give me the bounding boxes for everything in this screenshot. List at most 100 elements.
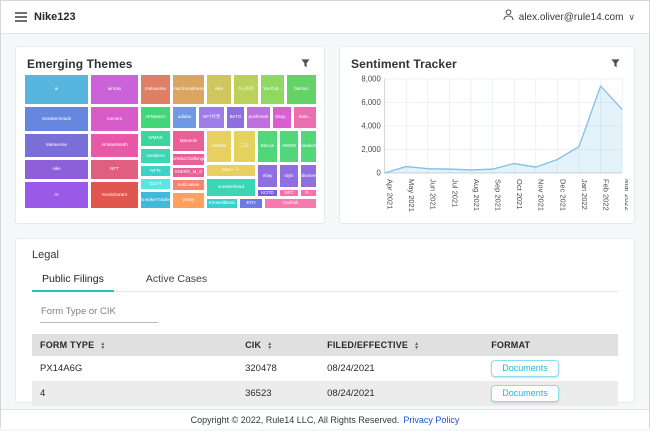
treemap-tile[interactable]: NFC (279, 189, 299, 197)
treemap-tile[interactable]: BeTO (226, 106, 245, 129)
col-format: FORMAT (483, 334, 618, 356)
user-icon (503, 8, 514, 26)
sentiment-line-chart: 02,0004,0006,0008,000Apr 2021May 2021Jun… (346, 73, 628, 221)
treemap-tile[interactable]: poshmark (246, 106, 271, 129)
treemap-tile[interactable]: nullLeakes (172, 179, 205, 191)
tab-active-cases[interactable]: Active Cases (144, 269, 209, 291)
form-type-cell: 4 (32, 381, 237, 406)
treemap-tile[interactable]: Bitcoin (257, 130, 278, 163)
treemap-tile[interactable]: stylx (279, 164, 299, 188)
treemap-tile[interactable]: AirMaxMonth (90, 133, 139, 158)
treemap-tile[interactable]: adidas (172, 106, 197, 129)
treemap-tile[interactable]: MaxSole (172, 130, 205, 152)
x-tick-label: Apr 2021 (386, 179, 395, 209)
treemap-tile[interactable]: KevinDurant (90, 181, 139, 209)
user-menu[interactable]: alex.oliver@rule14.com ∨ (503, 8, 635, 26)
brand-title: Nike123 (34, 11, 76, 23)
treemap-tile[interactable]: GOAT (140, 178, 171, 190)
y-tick-label: 4,000 (361, 121, 381, 130)
form-type-cik-input[interactable] (40, 303, 158, 323)
y-tick-label: 0 (376, 168, 381, 177)
tab-public-filings[interactable]: Public Filings (40, 269, 106, 291)
copyright-text: Copyright © 2022, Rule14 LLC, All Rights… (191, 415, 400, 425)
treemap-tile[interactable]: abonent (300, 164, 317, 188)
treemap-tile[interactable]: metaverse (140, 74, 171, 105)
treemap-tile[interactable]: 二十 (233, 130, 256, 163)
filter-icon[interactable] (608, 56, 623, 71)
sort-icon: ▲▼ (267, 342, 272, 350)
treemap-tile[interactable]: Sneakerly (300, 130, 317, 163)
x-tick-label: May 2021 (407, 179, 416, 212)
treemap-tile[interactable]: Sneakerheads (24, 106, 89, 132)
treemap-tile[interactable]: 스니커즈 (233, 74, 259, 105)
format-cell: Documents (483, 381, 618, 406)
treemap-tile[interactable]: AirMax (206, 130, 232, 163)
chevron-down-icon: ∨ (628, 13, 635, 22)
documents-button[interactable]: Documents (491, 360, 559, 377)
cik-cell: 320478 (237, 356, 319, 381)
user-email: alex.oliver@rule14.com (519, 12, 624, 23)
app-window: Nike123 alex.oliver@rule14.com ∨ Emergin… (0, 0, 650, 428)
treemap-tile[interactable]: asr2—ト (206, 164, 256, 177)
treemap-tile[interactable]: fashion (286, 74, 317, 105)
emerging-themes-title: Emerging Themes (27, 57, 133, 71)
treemap-tile[interactable]: NFT마켓 (198, 106, 225, 129)
treemap-tile[interactable]: nike (206, 74, 232, 105)
treemap-tile[interactable]: NFT (90, 159, 139, 180)
treemap-tile[interactable]: SNKRS_M_G (172, 167, 205, 178)
col-cik[interactable]: CIK▲▼ (237, 334, 319, 356)
treemap-tile[interactable]: KnowAllBrain (206, 198, 238, 209)
treemap-tile[interactable]: YouTub... (260, 74, 285, 105)
emerging-themes-panel: Emerging Themes aiSneakerheadsMetaversen… (15, 46, 325, 224)
treemap-tile[interactable]: ai (24, 74, 89, 105)
x-tick-label: Mar 2022 (623, 179, 628, 211)
treemap-tile[interactable]: shop... (272, 106, 292, 129)
treemap-tile[interactable]: Kela... (293, 106, 317, 129)
treemap-tile[interactable]: AirMaxKO (140, 106, 171, 129)
treemap-tile[interactable]: yeezy (172, 192, 205, 209)
treemap-tile[interactable]: ETH (239, 198, 263, 209)
hamburger-menu-icon[interactable] (15, 12, 27, 22)
treemap-tile[interactable]: marchmadness (172, 74, 205, 105)
filed-effective-cell: 08/24/2021 (319, 381, 483, 406)
treemap-tile[interactable]: Geebok (264, 198, 317, 209)
treemap-tile[interactable]: runners (90, 106, 139, 132)
table-header-row: FORM TYPE▲▼ CIK▲▼ FILED/EFFECTIVE▲▼ FORM… (32, 334, 618, 356)
x-tick-label: Jan 2022 (580, 179, 589, 210)
table-row: PX14A6G32047808/24/2021Documents (32, 356, 618, 381)
x-tick-label: Nov 2021 (537, 179, 546, 211)
x-tick-label: Sep 2021 (494, 179, 503, 211)
format-cell: Documents (483, 356, 618, 381)
treemap-tile[interactable]: AI (24, 181, 89, 209)
privacy-policy-link[interactable]: Privacy Policy (403, 415, 459, 425)
y-tick-label: 6,000 (361, 98, 381, 107)
treemap-tile[interactable]: sneakerhead (206, 178, 256, 197)
legal-tabs: Public Filings Active Cases (32, 269, 618, 292)
treemap-tile[interactable]: P... (300, 189, 317, 197)
sort-icon: ▲▼ (100, 342, 105, 350)
treemap-tile[interactable]: KOTD (257, 189, 278, 197)
footer: Copyright © 2022, Rule14 LLC, All Rights… (1, 409, 649, 429)
treemap-tile[interactable]: SneakerTrades (140, 191, 171, 209)
treemap-tile[interactable]: WMNS (140, 130, 171, 147)
themes-treemap: aiSneakerheadsMetaversenikeAIairmaxrunne… (24, 74, 318, 209)
col-filed-effective[interactable]: FILED/EFFECTIVE▲▼ (319, 334, 483, 356)
main-content: Emerging Themes aiSneakerheadsMetaversen… (1, 34, 649, 409)
y-tick-label: 2,000 (361, 145, 381, 154)
treemap-tile[interactable]: airmax (90, 74, 139, 105)
sort-icon: ▲▼ (414, 342, 419, 350)
legal-title: Legal (32, 249, 618, 261)
treemap-tile[interactable]: ebay (257, 164, 278, 188)
treemap-tile[interactable]: sneakers (140, 148, 171, 164)
treemap-tile[interactable]: AirMaxChallenge (172, 153, 205, 166)
treemap-tile[interactable]: nike (24, 159, 89, 180)
x-tick-label: Feb 2022 (602, 179, 611, 211)
table-row: 43652308/24/2021Documents (32, 381, 618, 406)
treemap-tile[interactable]: AWSM (279, 130, 299, 163)
x-tick-label: Jul 2021 (450, 179, 459, 207)
treemap-tile[interactable]: Metaverse (24, 133, 89, 158)
documents-button[interactable]: Documents (491, 385, 559, 402)
col-form-type[interactable]: FORM TYPE▲▼ (32, 334, 237, 356)
filter-icon[interactable] (298, 56, 313, 71)
treemap-tile[interactable]: NFTs (140, 165, 171, 177)
